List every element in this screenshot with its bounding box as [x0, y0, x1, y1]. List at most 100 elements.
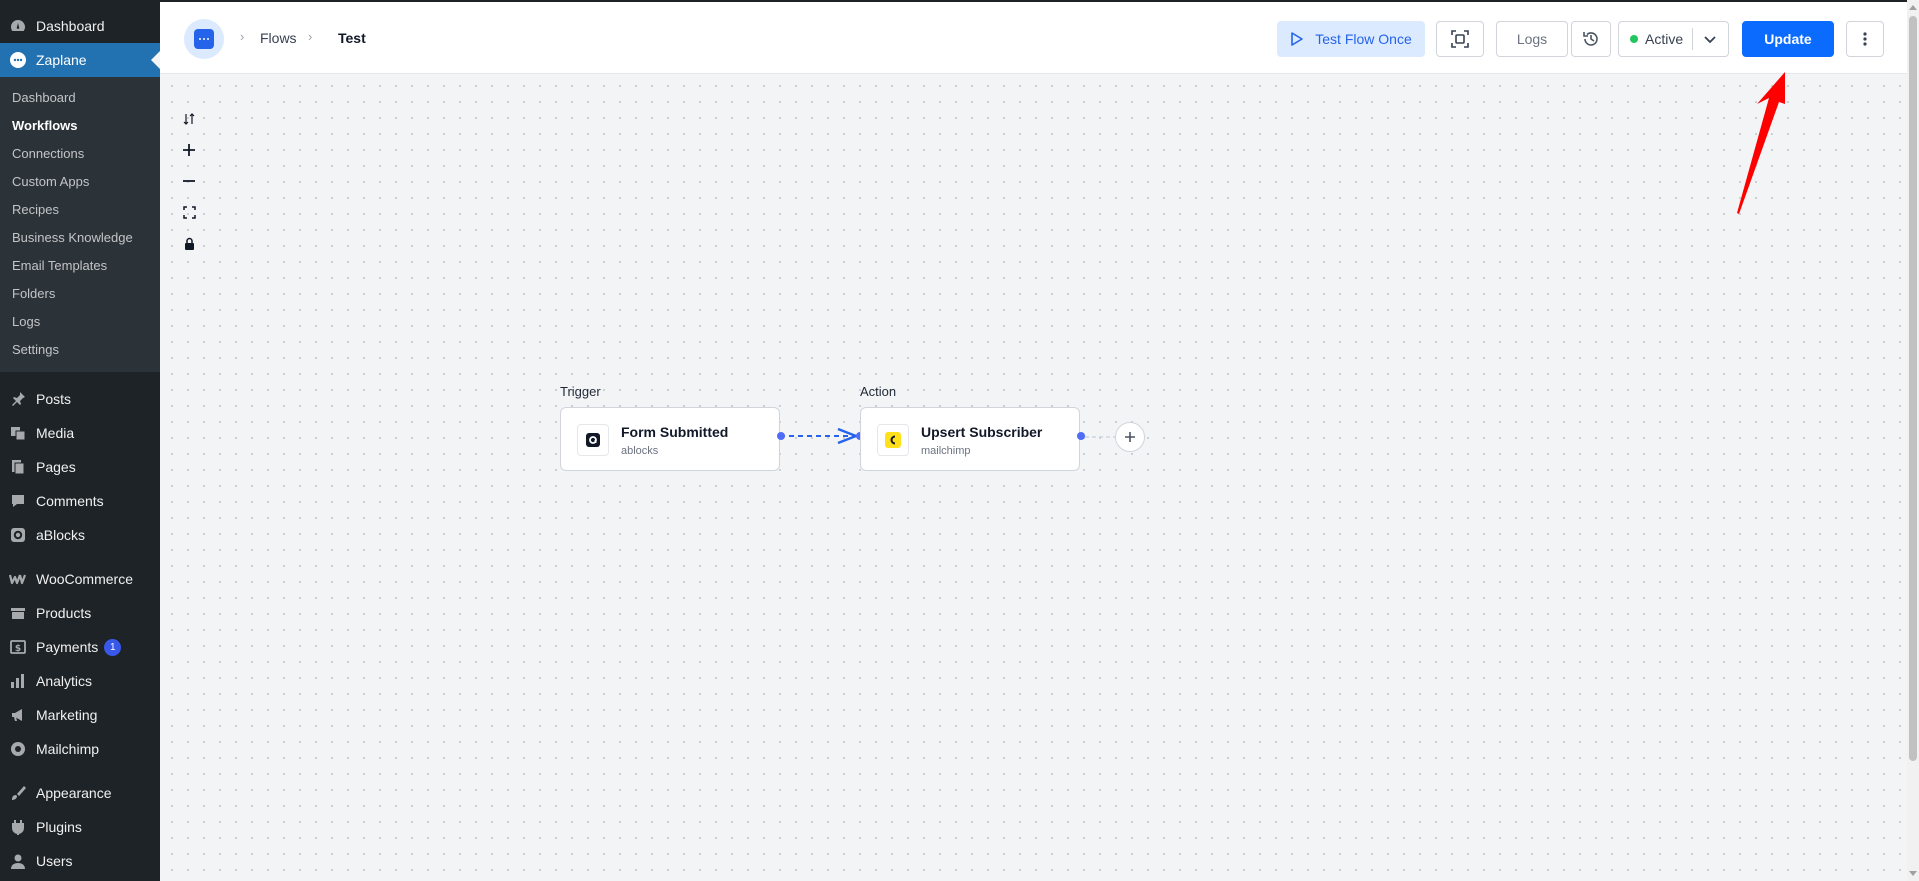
submenu-recipes[interactable]: Recipes	[0, 196, 160, 224]
brush-icon	[9, 784, 27, 802]
menu-analytics-label: Analytics	[36, 673, 93, 689]
menu-posts[interactable]: Posts	[0, 382, 160, 416]
pages-icon	[9, 458, 27, 476]
test-flow-once-button[interactable]: Test Flow Once	[1277, 21, 1425, 57]
minus-icon	[183, 180, 195, 182]
menu-comments-label: Comments	[36, 493, 104, 509]
screenshot-icon	[1451, 30, 1469, 48]
analytics-icon	[9, 672, 27, 690]
swap-vertical-icon	[183, 113, 195, 125]
flow-connector-edge	[780, 427, 860, 445]
payments-icon: $	[9, 638, 27, 656]
status-label: Active	[1645, 31, 1684, 47]
menu-media-label: Media	[36, 425, 75, 441]
zoom-out-button[interactable]	[177, 169, 201, 193]
capture-button[interactable]	[1436, 21, 1484, 57]
flow-canvas[interactable]: Trigger Form Submitted ablocks Action Up…	[160, 74, 1907, 881]
payments-badge: 1	[104, 638, 122, 656]
megaphone-icon	[9, 706, 27, 724]
history-icon	[1583, 32, 1598, 46]
version-history-button[interactable]	[1571, 21, 1611, 57]
mailchimp-icon	[9, 740, 27, 758]
update-button[interactable]: Update	[1742, 21, 1834, 57]
trigger-node-app: ablocks	[621, 445, 659, 457]
plugin-icon	[9, 818, 27, 836]
trigger-node[interactable]: Form Submitted ablocks	[560, 407, 780, 471]
menu-appearance[interactable]: Appearance	[0, 776, 160, 810]
submenu-folders[interactable]: Folders	[0, 280, 160, 308]
submenu-settings[interactable]: Settings	[0, 336, 160, 364]
trigger-section-label: Trigger	[560, 384, 601, 399]
ablocks-app-icon	[577, 424, 609, 456]
action-output-handle[interactable]	[1077, 432, 1085, 440]
comment-icon	[9, 492, 27, 510]
more-options-button[interactable]	[1846, 21, 1884, 57]
menu-products-label: Products	[36, 605, 92, 621]
fit-view-icon	[182, 205, 196, 219]
admin-sidebar: Dashboard Zaplane Dashboard Workflows Co…	[0, 0, 160, 881]
action-node[interactable]: Upsert Subscriber mailchimp	[860, 407, 1080, 471]
plus-icon	[183, 144, 195, 156]
media-icon	[9, 424, 27, 442]
scrollbar-thumb[interactable]	[1909, 16, 1917, 761]
menu-analytics[interactable]: Analytics	[0, 664, 160, 698]
menu-dashboard[interactable]: Dashboard	[0, 9, 160, 43]
menu-products[interactable]: Products	[0, 596, 160, 630]
submenu-workflows[interactable]: Workflows	[0, 112, 160, 140]
submenu-logs[interactable]: Logs	[0, 308, 160, 336]
lock-button[interactable]	[177, 231, 201, 255]
submenu-connections[interactable]: Connections	[0, 140, 160, 168]
menu-users-label: Users	[36, 853, 73, 869]
add-step-button[interactable]	[1115, 422, 1145, 452]
breadcrumb-flows[interactable]: Flows	[260, 30, 297, 46]
menu-ablocks-label: aBlocks	[36, 527, 86, 543]
submenu-business-knowledge[interactable]: Business Knowledge	[0, 224, 160, 252]
menu-pages[interactable]: Pages	[0, 450, 160, 484]
vertical-scrollbar[interactable]	[1907, 0, 1919, 881]
menu-comments[interactable]: Comments	[0, 484, 160, 518]
chevron-down-icon[interactable]	[1702, 30, 1718, 48]
menu-ablocks[interactable]: aBlocks	[0, 518, 160, 552]
zoom-in-button[interactable]	[177, 138, 201, 162]
zaplane-logo-icon	[194, 29, 214, 49]
zaplane-logo[interactable]	[184, 19, 224, 59]
logs-button[interactable]: Logs	[1496, 21, 1568, 57]
logs-button-label: Logs	[1516, 31, 1548, 47]
menu-marketing[interactable]: Marketing	[0, 698, 160, 732]
menu-mailchimp[interactable]: Mailchimp	[0, 732, 160, 766]
submenu-custom-apps[interactable]: Custom Apps	[0, 168, 160, 196]
menu-zaplane-label: Zaplane	[36, 52, 87, 68]
zaplane-submenu: Dashboard Workflows Connections Custom A…	[0, 77, 160, 372]
woo-icon	[9, 570, 27, 588]
menu-users[interactable]: Users	[0, 844, 160, 878]
products-icon	[9, 604, 27, 622]
chevron-right-icon: ›	[240, 29, 245, 44]
play-icon	[1291, 32, 1304, 46]
lock-icon	[184, 237, 194, 250]
action-node-title: Upsert Subscriber	[921, 424, 1043, 440]
submenu-dashboard[interactable]: Dashboard	[0, 84, 160, 112]
user-icon	[9, 852, 27, 870]
menu-pages-label: Pages	[36, 459, 76, 475]
menu-woocommerce[interactable]: WooCommerce	[0, 562, 160, 596]
status-select[interactable]: Active	[1618, 21, 1729, 57]
fit-view-button[interactable]	[177, 200, 201, 224]
menu-media[interactable]: Media	[0, 416, 160, 450]
trigger-output-handle[interactable]	[777, 432, 785, 440]
mailchimp-app-icon	[877, 424, 909, 456]
menu-payments[interactable]: $ Payments 1	[0, 630, 160, 664]
pin-icon	[9, 390, 27, 408]
add-step-edge	[1085, 436, 1115, 438]
menu-payments-label: Payments	[36, 639, 99, 655]
menu-plugins[interactable]: Plugins	[0, 810, 160, 844]
menu-dashboard-label: Dashboard	[36, 18, 105, 34]
action-node-app: mailchimp	[921, 445, 971, 457]
trigger-node-title: Form Submitted	[621, 424, 729, 440]
kebab-menu-icon	[1863, 32, 1867, 46]
layout-toggle-button[interactable]	[177, 107, 201, 131]
update-button-label: Update	[1764, 31, 1812, 47]
annotation-arrow	[1737, 72, 1785, 214]
menu-zaplane[interactable]: Zaplane	[0, 43, 160, 77]
submenu-email-templates[interactable]: Email Templates	[0, 252, 160, 280]
menu-marketing-label: Marketing	[36, 707, 98, 723]
